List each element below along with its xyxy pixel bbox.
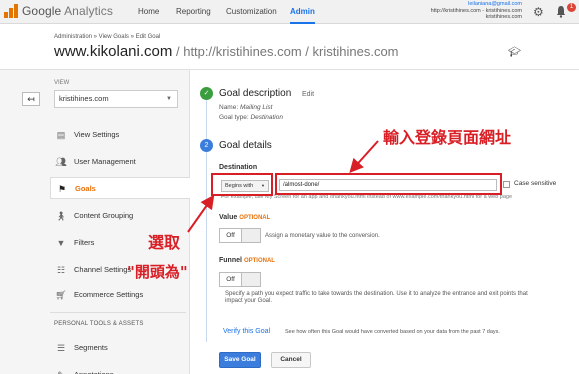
sidebar-item-label: Segments bbox=[74, 343, 108, 352]
analytics-logo-icon bbox=[4, 4, 18, 18]
personal-tools-heading: PERSONAL TOOLS & ASSETS bbox=[54, 321, 144, 327]
sidebar-item-label: Ecommerce Settings bbox=[74, 290, 144, 299]
view-label: VIEW bbox=[54, 80, 70, 86]
goal-name-line: Name: Mailing List bbox=[219, 104, 272, 111]
nav-customization[interactable]: Customization bbox=[226, 0, 277, 24]
segments-icon: ☰ bbox=[56, 343, 66, 353]
value-label-text: Value bbox=[219, 214, 238, 221]
funnel-label-text: Funnel bbox=[219, 257, 242, 264]
goal-description-title: Goal description bbox=[219, 88, 292, 99]
sidebar-item-content-grouping[interactable]: 🚶︎ Content Grouping bbox=[50, 205, 190, 227]
cancel-button[interactable]: Cancel bbox=[271, 352, 311, 368]
sidebar-item-user-management[interactable]: 👥︎ User Management bbox=[50, 151, 190, 173]
channel-icon: ☷ bbox=[56, 265, 66, 275]
arrow-to-begins-with bbox=[187, 194, 215, 233]
goal-details-title: Goal details bbox=[219, 140, 272, 151]
breadcrumb[interactable]: Administration » View Goals » Edit Goal bbox=[54, 34, 160, 40]
document-icon: ▤ bbox=[56, 130, 66, 140]
goal-type-value: Destination bbox=[250, 114, 283, 121]
logo-google-text: Google bbox=[22, 4, 62, 18]
sidebar-item-label: Filters bbox=[74, 238, 95, 247]
checkmark-icon: ✓ bbox=[200, 87, 213, 100]
sidebar-item-goals[interactable]: ⚑ Goals bbox=[50, 177, 190, 199]
account-switcher[interactable]: leilaniana@gmail.com http://kristihines.… bbox=[388, 1, 522, 21]
logo-product-text: Analytics bbox=[64, 4, 113, 18]
sidebar-divider bbox=[50, 312, 186, 313]
graduation-cap-icon[interactable]: 🎓︎ bbox=[508, 47, 521, 58]
sidebar-item-label: Channel Settings bbox=[74, 265, 132, 274]
cart-icon: 🛒︎ bbox=[55, 290, 67, 300]
funnel-label: Funnel OPTIONAL bbox=[219, 257, 275, 264]
funnel-toggle-state: Off bbox=[220, 273, 242, 286]
optional-tag: OPTIONAL bbox=[239, 215, 271, 221]
step-number-badge: 2 bbox=[200, 139, 213, 152]
annotation-box-destination bbox=[275, 173, 502, 195]
nav-admin[interactable]: Admin bbox=[290, 0, 315, 24]
sidebar-item-label: View Settings bbox=[74, 130, 120, 139]
sidebar-item-annotations[interactable]: ✎ Annotations bbox=[50, 364, 190, 374]
case-sensitive-label: Case sensitive bbox=[514, 180, 557, 187]
person-icon: 🚶︎ bbox=[55, 211, 67, 221]
goal-type-line: Goal type: Destination bbox=[219, 114, 283, 121]
notification-badge: 1 bbox=[567, 3, 576, 12]
save-goal-button[interactable]: Save Goal bbox=[219, 352, 261, 368]
view-select[interactable]: kristihines.com ▼ bbox=[54, 90, 178, 108]
value-description: Assign a monetary value to the conversio… bbox=[265, 233, 380, 239]
step-connector bbox=[206, 100, 207, 140]
funnel-description-1: Specify a path you expect traffic to tak… bbox=[225, 291, 528, 297]
annotation-begins-with: "開頭為" bbox=[127, 263, 188, 281]
annotation-box-begins-with bbox=[211, 173, 273, 196]
filter-icon: ▼ bbox=[56, 238, 66, 248]
sidebar-item-label: User Management bbox=[74, 157, 136, 166]
back-arrow-button[interactable]: ↤ bbox=[22, 92, 40, 106]
verify-goal-link[interactable]: Verify this Goal bbox=[223, 328, 270, 335]
nav-reporting[interactable]: Reporting bbox=[176, 0, 211, 24]
gear-icon[interactable]: ⚙ bbox=[533, 5, 544, 19]
goal-type-label: Goal type: bbox=[219, 114, 249, 121]
admin-sidebar: ↤ VIEW kristihines.com ▼ ▤ View Settings… bbox=[0, 70, 190, 374]
verify-description: See how often this Goal would have conve… bbox=[285, 329, 500, 335]
annotations-icon: ✎ bbox=[54, 364, 68, 374]
sidebar-item-label: Content Grouping bbox=[74, 211, 134, 220]
sidebar-item-ecommerce-settings[interactable]: 🛒︎ Ecommerce Settings bbox=[50, 284, 190, 306]
value-toggle-state: Off bbox=[220, 229, 242, 242]
top-bar: Google Analytics Home Reporting Customiz… bbox=[0, 0, 579, 24]
account-view: kristihines.com bbox=[485, 14, 522, 20]
goal-name-value: Mailing List bbox=[239, 104, 273, 111]
optional-tag: OPTIONAL bbox=[243, 258, 275, 264]
funnel-description-2: impact your Goal. bbox=[225, 298, 273, 304]
funnel-toggle[interactable]: Off bbox=[219, 272, 261, 287]
sidebar-item-label: Annotations bbox=[74, 364, 114, 374]
page-title-property: / http://kristihines.com / kristihines.c… bbox=[172, 44, 399, 59]
flag-icon: ⚑ bbox=[57, 184, 67, 194]
bell-icon[interactable] bbox=[556, 5, 566, 18]
annotation-enter-url: 輸入登錄頁面網址 bbox=[383, 128, 512, 147]
sidebar-item-label: Goals bbox=[75, 184, 96, 193]
arrow-to-destination bbox=[349, 140, 379, 173]
destination-label: Destination bbox=[219, 164, 258, 171]
nav-home[interactable]: Home bbox=[138, 0, 159, 24]
case-sensitive-checkbox[interactable] bbox=[503, 181, 510, 188]
chevron-down-icon: ▼ bbox=[166, 96, 172, 102]
goal-name-label: Name: bbox=[219, 104, 239, 111]
sidebar-item-segments[interactable]: ☰ Segments bbox=[50, 337, 190, 359]
view-select-value: kristihines.com bbox=[59, 94, 109, 103]
users-icon: 👥︎ bbox=[55, 157, 67, 167]
value-toggle[interactable]: Off bbox=[219, 228, 261, 243]
page-title-account: www.kikolani.com bbox=[54, 43, 173, 60]
value-label: Value OPTIONAL bbox=[219, 214, 270, 221]
google-analytics-logo[interactable]: Google Analytics bbox=[4, 4, 113, 18]
sidebar-item-view-settings[interactable]: ▤ View Settings bbox=[50, 124, 190, 146]
step-connector bbox=[206, 152, 207, 342]
edit-goal-description-link[interactable]: Edit bbox=[302, 91, 314, 98]
page-title: www.kikolani.com / http://kristihines.co… bbox=[54, 43, 399, 60]
annotation-select: 選取 bbox=[148, 233, 181, 252]
